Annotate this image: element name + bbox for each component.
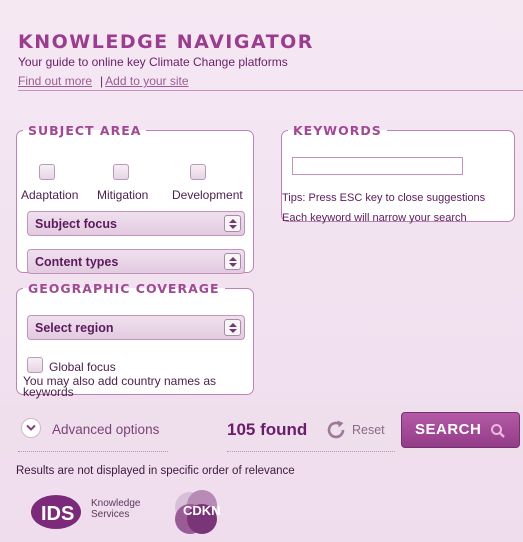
advanced-options-link[interactable]: Advanced options	[52, 422, 159, 437]
knowledge-navigator-widget: KNOWLEDGE NAVIGATOR Your guide to online…	[0, 0, 523, 542]
content-types-value: Content types	[35, 255, 119, 269]
global-focus-checkbox[interactable]	[27, 357, 43, 373]
keywords-box: KEYWORDS Tips: Press ESC key to close su…	[281, 123, 515, 224]
search-button-label: SEARCH	[415, 421, 482, 438]
link-separator: |	[100, 74, 104, 88]
mitigation-checkbox[interactable]	[113, 164, 129, 180]
subject-focus-value: Subject focus	[35, 217, 117, 231]
tagline: Your guide to online key Climate Change …	[18, 55, 288, 69]
reset-icon[interactable]	[324, 418, 348, 442]
content-types-select[interactable]: Content types	[27, 249, 245, 274]
mitigation-label: Mitigation	[97, 188, 149, 202]
search-button[interactable]: SEARCH	[401, 412, 520, 448]
region-value: Select region	[35, 321, 114, 335]
results-count: 105 found	[227, 420, 308, 439]
reset-button[interactable]: Reset	[352, 423, 385, 437]
action-bar: Advanced options 105 found Reset SEARCH	[0, 405, 523, 456]
cdkn-logo-text: CDKN	[183, 503, 221, 518]
ids-knowledge-word: Knowledge	[91, 498, 141, 509]
region-select[interactable]: Select region	[27, 315, 245, 340]
add-to-site-link[interactable]: Add to your site	[105, 74, 188, 88]
geographic-coverage-legend: GEOGRAPHIC COVERAGE	[28, 281, 220, 296]
select-arrows-icon	[224, 253, 241, 270]
country-names-note: You may also add country names as keywor…	[23, 374, 217, 399]
count-divider	[227, 451, 395, 452]
global-focus-label: Global focus	[49, 360, 116, 374]
select-arrows-icon	[224, 319, 241, 336]
ids-logo-text: IDS	[41, 503, 74, 525]
keywords-legend: KEYWORDS	[293, 123, 382, 138]
chevron-down-icon	[26, 424, 36, 431]
subject-checkbox-row	[17, 164, 253, 180]
cdkn-logo[interactable]: CDKN	[167, 484, 227, 540]
geographic-coverage-box: GEOGRAPHIC COVERAGE Select region Global…	[16, 281, 254, 399]
ids-services-text: Knowledge Services	[91, 498, 140, 520]
development-checkbox[interactable]	[190, 164, 206, 180]
adaptation-label: Adaptation	[21, 188, 79, 202]
header-links: Find out more | Add to your site	[18, 74, 189, 88]
ids-services-word: Services	[91, 509, 130, 520]
ids-logo[interactable]: IDS	[30, 494, 86, 530]
development-label: Development	[172, 188, 243, 202]
search-icon	[491, 424, 505, 438]
header-divider	[18, 90, 523, 91]
select-arrows-icon	[224, 215, 241, 232]
keyword-tip-esc: Tips: Press ESC key to close suggestions	[282, 192, 486, 204]
subject-area-legend: SUBJECT AREA	[28, 123, 142, 138]
advanced-options-toggle[interactable]	[21, 418, 41, 438]
page-title: KNOWLEDGE NAVIGATOR	[18, 31, 314, 53]
adaptation-checkbox[interactable]	[39, 164, 55, 180]
find-out-more-link[interactable]: Find out more	[18, 74, 92, 88]
subject-area-box: SUBJECT AREA Adaptation Mitigation Devel…	[16, 123, 254, 274]
keyword-tip-narrow: Each keyword will narrow your search	[282, 212, 467, 224]
subject-focus-select[interactable]: Subject focus	[27, 211, 245, 236]
keyword-input[interactable]	[292, 157, 463, 175]
results-order-note: Results are not displayed in specific or…	[16, 465, 295, 477]
advanced-divider	[18, 451, 168, 452]
